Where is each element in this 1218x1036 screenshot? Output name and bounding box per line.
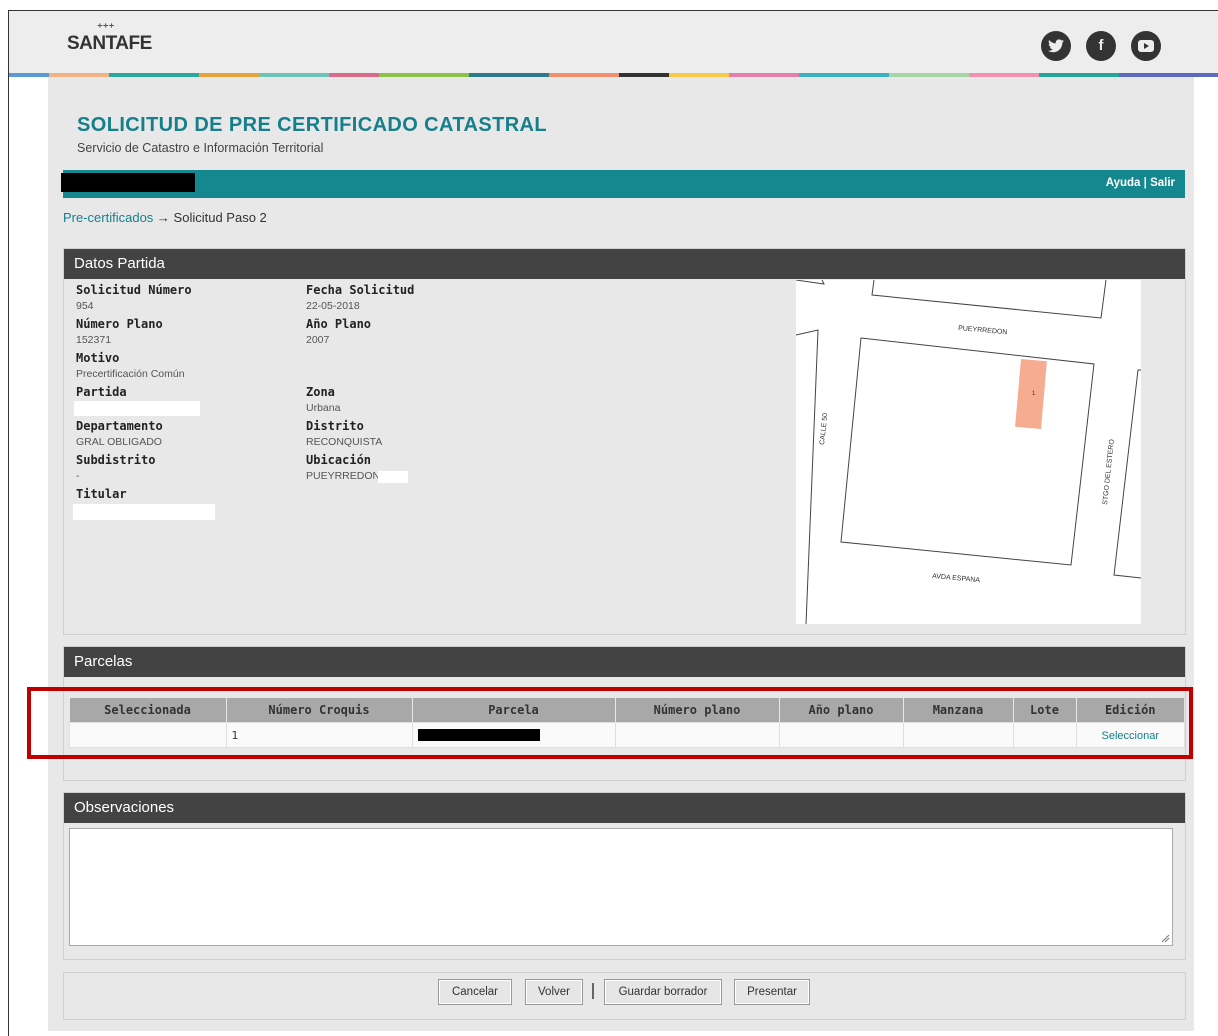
solicitud-numero-value: 954 xyxy=(76,300,94,312)
ubicacion-redacted xyxy=(378,471,408,483)
zona-label: Zona xyxy=(306,385,335,399)
logo-birds-icon: ⁺⁺⁺ xyxy=(97,22,115,34)
departamento-label: Departamento xyxy=(76,419,163,433)
resize-grip-icon[interactable] xyxy=(1160,933,1170,943)
breadcrumb-precertificados-link[interactable]: Pre-certificados xyxy=(63,210,153,225)
ubicacion-value: PUEYRREDON xyxy=(306,470,381,482)
youtube-icon[interactable] xyxy=(1131,31,1161,61)
zona-value: Urbana xyxy=(306,402,341,414)
user-bar: Ayuda | Salir xyxy=(63,170,1185,198)
solicitud-numero-label: Solicitud Número xyxy=(76,283,192,297)
titular-redacted xyxy=(73,504,215,520)
map-street-right: STGO DEL ESTERO xyxy=(1102,438,1116,505)
page-title: SOLICITUD DE PRE CERTIFICADO CATASTRAL xyxy=(77,114,548,136)
save-draft-button[interactable]: Guardar borrador xyxy=(604,979,722,1005)
distrito-value: RECONQUISTA xyxy=(306,436,383,448)
map-street-left: CALLE 50 xyxy=(819,413,829,446)
numero-plano-value: 152371 xyxy=(76,334,112,346)
help-link[interactable]: Ayuda xyxy=(1106,177,1141,189)
departamento-value: GRAL OBLIGADO xyxy=(76,436,162,448)
subdistrito-value: - xyxy=(76,470,80,482)
submit-button[interactable]: Presentar xyxy=(734,979,810,1005)
motivo-value: Precertificación Común xyxy=(76,368,185,380)
map-street-bottom: AVDA ESPANA xyxy=(932,573,981,584)
map-street-top: PUEYRREDON xyxy=(958,325,1008,336)
redacted-username xyxy=(61,173,195,192)
subdistrito-label: Subdistrito xyxy=(76,453,156,467)
parcelas-heading: Parcelas xyxy=(64,647,1185,677)
top-links: Ayuda | Salir xyxy=(1106,177,1175,189)
page-subtitle: Servicio de Catastro e Información Terri… xyxy=(77,141,324,155)
facebook-icon[interactable]: f xyxy=(1086,31,1116,61)
highlight-box xyxy=(27,687,1193,759)
twitter-icon[interactable] xyxy=(1041,31,1071,61)
ubicacion-label: Ubicación xyxy=(306,453,372,467)
distrito-label: Distrito xyxy=(306,419,364,433)
parcel-map[interactable]: 1 PUEYRREDON CALLE 50 STGO DEL ESTERO AV… xyxy=(796,280,1141,624)
titular-label: Titular xyxy=(76,487,127,501)
breadcrumb-current: Solicitud Paso 2 xyxy=(173,210,267,225)
partida-redacted xyxy=(74,401,200,416)
observaciones-textarea[interactable] xyxy=(69,828,1173,946)
logout-link[interactable]: Salir xyxy=(1150,177,1175,189)
back-button[interactable]: Volver xyxy=(525,979,583,1005)
datos-partida-heading: Datos Partida xyxy=(64,249,1185,279)
link-separator: | xyxy=(1140,177,1151,189)
fecha-solicitud-value: 22-05-2018 xyxy=(306,300,360,312)
santafe-logo[interactable]: ⁺⁺⁺ SANTAFE xyxy=(67,22,152,55)
motivo-label: Motivo xyxy=(76,351,120,365)
breadcrumb-arrow: → xyxy=(153,210,174,225)
site-header: ⁺⁺⁺ SANTAFE f xyxy=(9,10,1218,77)
anio-plano-value: 2007 xyxy=(306,334,330,346)
numero-plano-label: Número Plano xyxy=(76,317,163,331)
observaciones-heading: Observaciones xyxy=(64,793,1185,823)
window-left-border xyxy=(8,10,9,1036)
anio-plano-label: Año Plano xyxy=(306,317,372,331)
breadcrumb: Pre-certificados → Solicitud Paso 2 xyxy=(63,210,267,225)
fecha-solicitud-label: Fecha Solicitud xyxy=(306,283,415,297)
partida-label: Partida xyxy=(76,385,127,399)
cancel-button[interactable]: Cancelar xyxy=(438,979,512,1005)
button-separator xyxy=(592,983,594,999)
